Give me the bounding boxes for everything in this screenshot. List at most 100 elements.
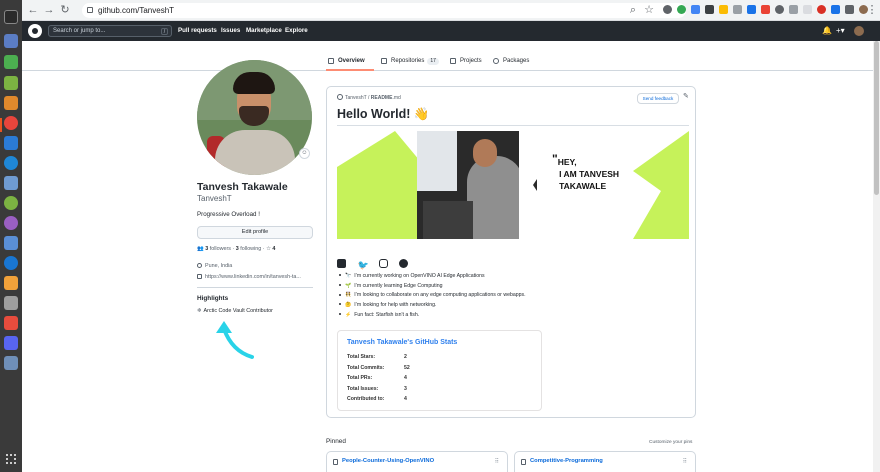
back-icon[interactable]: ← [26, 3, 40, 17]
extension-6-icon[interactable] [733, 5, 742, 14]
edit-pencil-icon[interactable]: ✎ [683, 92, 689, 100]
scrollbar-thumb[interactable] [874, 41, 879, 195]
about-text: I’m looking for help with networking. [354, 302, 437, 309]
extension-2-icon[interactable] [677, 5, 686, 14]
tab-projects[interactable]: Projects [448, 41, 482, 71]
extension-13-icon[interactable] [831, 5, 840, 14]
customize-pins-link[interactable]: Customize your pins [649, 440, 692, 445]
extension-12-icon[interactable] [817, 5, 826, 14]
lock-icon [87, 7, 93, 13]
android-studio-icon[interactable] [4, 196, 18, 210]
following-count[interactable]: 3 [236, 246, 239, 252]
banner-line-1: HEY, [557, 157, 577, 167]
drag-grip-icon[interactable]: ⠿ [683, 458, 687, 465]
settings-app-icon[interactable] [4, 176, 18, 190]
address-bar[interactable]: github.com/TanveshT [82, 3, 686, 18]
notifications-bell-icon[interactable]: 🔔 [822, 25, 832, 37]
avatar-beard [239, 106, 269, 126]
twitter-icon[interactable]: 🐦 [357, 261, 368, 270]
smiley-icon [337, 94, 343, 100]
nav-explore[interactable]: Explore [285, 21, 308, 41]
instagram-icon[interactable] [378, 259, 388, 268]
teamviewer-icon[interactable] [4, 256, 18, 270]
linkedin-icon[interactable] [337, 259, 346, 268]
extension-4-icon[interactable] [705, 5, 714, 14]
website-link[interactable]: https://www.linkedin.com/in/tanvesh-ta..… [205, 274, 301, 280]
discord-icon[interactable] [4, 336, 18, 350]
edit-profile-button[interactable]: Edit profile [197, 226, 313, 239]
chrome-icon[interactable] [4, 116, 18, 130]
app-red-icon[interactable] [4, 316, 18, 330]
github-header: Search or jump to... / Pull requests Iss… [22, 21, 880, 41]
screen-icon[interactable] [4, 356, 18, 370]
photo-person [467, 156, 523, 239]
virtualbox-icon[interactable] [4, 236, 18, 250]
extension-1-icon[interactable] [663, 5, 672, 14]
tab-repositories[interactable]: Repositories 17 [379, 41, 439, 71]
extension-8-icon[interactable] [761, 5, 770, 14]
avatar-shirt [215, 130, 295, 175]
zoom-icon[interactable]: ⌕ [626, 3, 640, 17]
pinned-repo-card[interactable]: People-Counter-Using-OpenVINO ⠿ [326, 451, 508, 472]
extension-3-icon[interactable] [691, 5, 700, 14]
drag-grip-icon[interactable]: ⠿ [495, 458, 499, 465]
app-purple-icon[interactable] [4, 216, 18, 230]
create-new-plus-icon[interactable]: +▾ [836, 25, 845, 37]
extensions-puzzle-icon[interactable] [845, 5, 854, 14]
tab-overview[interactable]: Overview [326, 41, 374, 71]
readme-file[interactable]: README [371, 95, 393, 101]
telescope-emoji: 🔭 [345, 273, 352, 279]
nav-issues[interactable]: Issues [221, 21, 240, 41]
chrome-menu-icon[interactable]: ⋮ [865, 3, 879, 17]
sublime-icon[interactable] [4, 276, 18, 290]
pinned-repo-card[interactable]: Competitive-Programming ⠿ [514, 451, 696, 472]
social-links: 🐦 [337, 255, 415, 273]
files-icon[interactable] [4, 34, 18, 48]
nav-pull-requests[interactable]: Pull requests [178, 21, 217, 41]
profile-page: Overview Repositories 17 Projects Package… [22, 41, 880, 472]
tab-packages[interactable]: Packages [491, 41, 529, 71]
pinned-repo-name[interactable]: Competitive-Programming [530, 458, 603, 464]
bookmark-star-icon[interactable]: ☆ [642, 3, 656, 17]
location-text: Pune, India [205, 263, 233, 269]
extension-5-icon[interactable] [719, 5, 728, 14]
presentation-icon[interactable] [4, 96, 18, 110]
readme-user[interactable]: TanveshT [345, 95, 367, 101]
pinned-repo-name[interactable]: People-Counter-Using-OpenVINO [342, 458, 434, 464]
user-menu-avatar[interactable] [854, 26, 864, 36]
search-input[interactable]: Search or jump to... / [48, 25, 172, 37]
followers-label[interactable]: followers [210, 246, 231, 252]
extension-7-icon[interactable] [747, 5, 756, 14]
vscode-icon[interactable] [4, 136, 18, 150]
database-icon[interactable] [4, 296, 18, 310]
stats-label: Total Stars: [347, 354, 376, 360]
profile-avatar[interactable] [197, 60, 312, 175]
calc-icon[interactable] [4, 76, 18, 90]
stats-label: Total PRs: [347, 375, 373, 381]
stats-value: 52 [404, 365, 410, 371]
send-feedback-button[interactable]: Send feedback [637, 93, 679, 104]
browser-icon[interactable] [4, 156, 18, 170]
readme-path: TanveshT / README.md [337, 94, 401, 101]
followers-count[interactable]: 3 [205, 246, 208, 252]
spreadsheet-icon[interactable] [4, 55, 18, 69]
reddit-icon[interactable] [399, 259, 409, 268]
highlight-item[interactable]: ❄ Arctic Code Vault Contributor [197, 308, 273, 314]
extension-10-icon[interactable] [789, 5, 798, 14]
nav-marketplace[interactable]: Marketplace [246, 21, 282, 41]
page-scrollbar[interactable] [873, 41, 880, 472]
tab-overview-label: Overview [338, 58, 365, 64]
forward-icon[interactable]: → [42, 3, 56, 17]
about-item: 🌱 I’m currently learning Edge Computing [337, 282, 526, 292]
people-icon: 👥 [197, 246, 204, 252]
apps-grid-icon[interactable] [6, 454, 16, 464]
extension-11-icon[interactable] [803, 5, 812, 14]
set-status-smiley-icon[interactable]: ☺ [299, 148, 310, 159]
github-logo-icon[interactable] [28, 24, 42, 38]
stars-count[interactable]: 4 [272, 246, 275, 252]
extension-9-icon[interactable] [775, 5, 784, 14]
following-label[interactable]: following [240, 246, 261, 252]
thinking-emoji: 🤔 [345, 302, 352, 309]
reload-icon[interactable]: ↻ [58, 3, 72, 17]
terminal-icon[interactable] [4, 10, 18, 24]
